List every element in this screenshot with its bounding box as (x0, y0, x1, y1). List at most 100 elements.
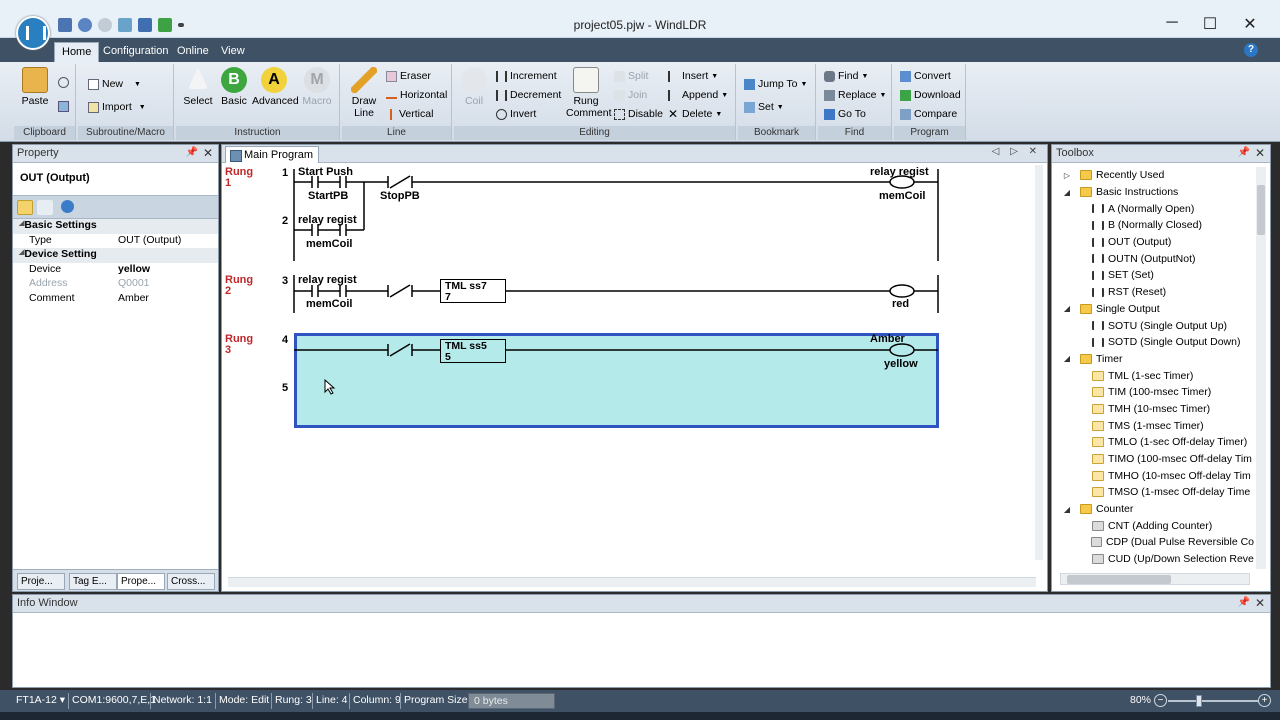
copy-button[interactable] (58, 98, 69, 114)
close-icon[interactable]: ✕ (203, 146, 213, 160)
toolbox-item[interactable]: TMLO (1-sec Off-delay Timer) (1056, 434, 1254, 451)
replace-button[interactable]: Replace ▼ (824, 87, 886, 103)
download-button[interactable]: Download (900, 87, 961, 103)
join-button[interactable]: Join (614, 87, 647, 103)
compare-button[interactable]: Compare (900, 106, 957, 122)
eraser-button[interactable]: Eraser (386, 68, 431, 84)
document-nav-controls[interactable]: ◁ ▷ ✕ (992, 146, 1041, 157)
tab-property[interactable]: Prope... (117, 573, 165, 590)
property-help-icon[interactable] (61, 200, 74, 213)
toolbox-item[interactable]: SOTU (Single Output Up) (1056, 317, 1254, 334)
toolbox-item[interactable]: TML (1-sec Timer) (1056, 367, 1254, 384)
pin-icon[interactable]: 📌 (1238, 147, 1250, 158)
new-button[interactable]: New ▼ (88, 76, 141, 92)
expand-toggle-icon[interactable]: ◢ (1062, 505, 1072, 514)
zoom-in-button[interactable]: + (1258, 694, 1271, 707)
import-button[interactable]: Import ▼ (88, 99, 146, 115)
pin-icon[interactable]: 📌 (1238, 597, 1250, 608)
split-button[interactable]: Split (614, 68, 648, 84)
rung-comment-button[interactable]: Rung Comment (566, 67, 612, 119)
tab-cross-reference[interactable]: Cross... (167, 573, 215, 590)
property-row[interactable]: Address Q0001 (13, 277, 218, 292)
expand-toggle-icon[interactable]: ◢ (1062, 188, 1072, 197)
delete-button[interactable]: ✕ Delete ▼ (668, 106, 722, 122)
basic-button[interactable]: B Basic (218, 67, 250, 107)
toolbox-item[interactable]: CDP (Dual Pulse Reversible Co (1056, 534, 1254, 551)
select-button[interactable]: Select (182, 67, 214, 107)
toolbox-category[interactable]: ▷ Recently Used (1056, 167, 1254, 184)
toolbox-category[interactable]: ◢ Single Output (1056, 301, 1254, 318)
toolbox-category[interactable]: ◢ Timer (1056, 351, 1254, 368)
property-row[interactable]: Type OUT (Output) (13, 234, 218, 249)
toolbox-item[interactable]: TMHO (10-msec Off-delay Tim (1056, 467, 1254, 484)
toolbox-vertical-scrollbar[interactable] (1256, 167, 1266, 569)
close-icon[interactable]: ✕ (1255, 146, 1265, 160)
advanced-button[interactable]: A Advanced (252, 67, 299, 107)
tab-view[interactable]: View (214, 42, 252, 62)
tab-main-program[interactable]: Main Program (225, 146, 320, 163)
toolbox-item[interactable]: TIM (100-msec Timer) (1056, 384, 1254, 401)
close-icon[interactable]: ✕ (1255, 596, 1265, 610)
invert-button[interactable]: Invert (496, 106, 536, 122)
macro-button[interactable]: M Macro (300, 67, 334, 107)
editor-vertical-scrollbar[interactable] (1035, 165, 1043, 560)
ladder-diagram[interactable]: Rung 1 Rung 2 Rung 3 1 2 3 4 5 Start Push S… (222, 163, 1047, 573)
horizontal-button[interactable]: Horizontal (386, 87, 447, 103)
cut-button[interactable] (58, 74, 69, 90)
zoom-out-button[interactable]: − (1154, 694, 1167, 707)
maximize-button[interactable]: ☐ (1190, 14, 1230, 34)
timer-block-tml-ss5[interactable]: TML ss5 5 (440, 339, 506, 363)
jump-to-button[interactable]: Jump To ▼ (744, 76, 807, 92)
append-button[interactable]: Append ▼ (668, 87, 728, 103)
bookmark-set-button[interactable]: Set ▼ (744, 99, 784, 115)
paste-button[interactable]: Paste (20, 67, 50, 107)
tab-home[interactable]: Home (54, 42, 100, 62)
find-button[interactable]: Find ▼ (824, 68, 868, 84)
toolbox-item[interactable]: RST (Reset) (1056, 284, 1254, 301)
coil-button[interactable]: Coil (460, 67, 488, 107)
pin-icon[interactable]: 📌 (186, 147, 198, 158)
disable-button[interactable]: Disable (614, 106, 663, 122)
convert-button[interactable]: Convert (900, 68, 951, 84)
toolbox-item[interactable]: B (Normally Closed) (1056, 217, 1254, 234)
toolbox-item[interactable]: OUTN (OutputNot) (1056, 250, 1254, 267)
toolbox-item[interactable]: A (Normally Open) (1056, 200, 1254, 217)
toolbox-item[interactable]: CUD (Up/Down Selection Reve (1056, 551, 1254, 568)
toolbox-item[interactable]: OUT (Output) (1056, 234, 1254, 251)
toolbox-horizontal-scrollbar[interactable] (1060, 573, 1250, 585)
toolbox-item[interactable]: SOTD (Single Output Down) (1056, 334, 1254, 351)
property-category[interactable]: Basic Settings (13, 219, 218, 234)
expand-toggle-icon[interactable]: ▷ (1062, 171, 1072, 180)
close-button[interactable]: ✕ (1230, 14, 1270, 34)
expand-toggle-icon[interactable]: ◢ (1062, 304, 1072, 313)
expand-toggle-icon[interactable]: ◢ (1062, 354, 1072, 363)
tab-tag-editor[interactable]: Tag E... (69, 573, 117, 590)
toolbox-category[interactable]: ◢ Counter (1056, 501, 1254, 518)
zoom-slider[interactable] (1168, 700, 1258, 702)
go-to-button[interactable]: Go To (824, 106, 866, 122)
toolbox-item[interactable]: SET (Set) (1056, 267, 1254, 284)
minimize-button[interactable]: ─ (1152, 14, 1192, 32)
property-row[interactable]: Comment Amber (13, 292, 218, 307)
increment-button[interactable]: Increment (496, 68, 557, 84)
timer-block-tml-ss7[interactable]: TML ss7 7 (440, 279, 506, 303)
categorized-icon[interactable] (17, 200, 33, 215)
draw-line-button[interactable]: Draw Line (346, 67, 382, 119)
insert-button[interactable]: Insert ▼ (668, 68, 718, 84)
editor-horizontal-scrollbar[interactable] (228, 577, 1036, 587)
toolbox-item[interactable]: TMSO (1-msec Off-delay Time (1056, 484, 1254, 501)
tab-online[interactable]: Online (170, 42, 216, 62)
toolbox-item[interactable]: CNT (Adding Counter) (1056, 517, 1254, 534)
tab-project[interactable]: Proje... (17, 573, 65, 590)
property-category[interactable]: Device Setting (13, 248, 218, 263)
toolbox-item[interactable]: TMH (10-msec Timer) (1056, 401, 1254, 418)
decrement-button[interactable]: Decrement (496, 87, 561, 103)
toolbox-category[interactable]: ◢ Basic Instructions (1056, 184, 1254, 201)
toolbox-item[interactable]: TIMO (100-msec Off-delay Tim (1056, 451, 1254, 468)
windldr-logo-icon[interactable] (16, 16, 50, 50)
vertical-button[interactable]: Vertical (386, 106, 433, 122)
alphabetical-icon[interactable] (37, 200, 53, 215)
plc-type-selector[interactable]: FT1A-12 ▾ (16, 694, 65, 706)
property-row[interactable]: Device yellow (13, 263, 218, 278)
help-icon[interactable]: ? (1244, 43, 1258, 57)
